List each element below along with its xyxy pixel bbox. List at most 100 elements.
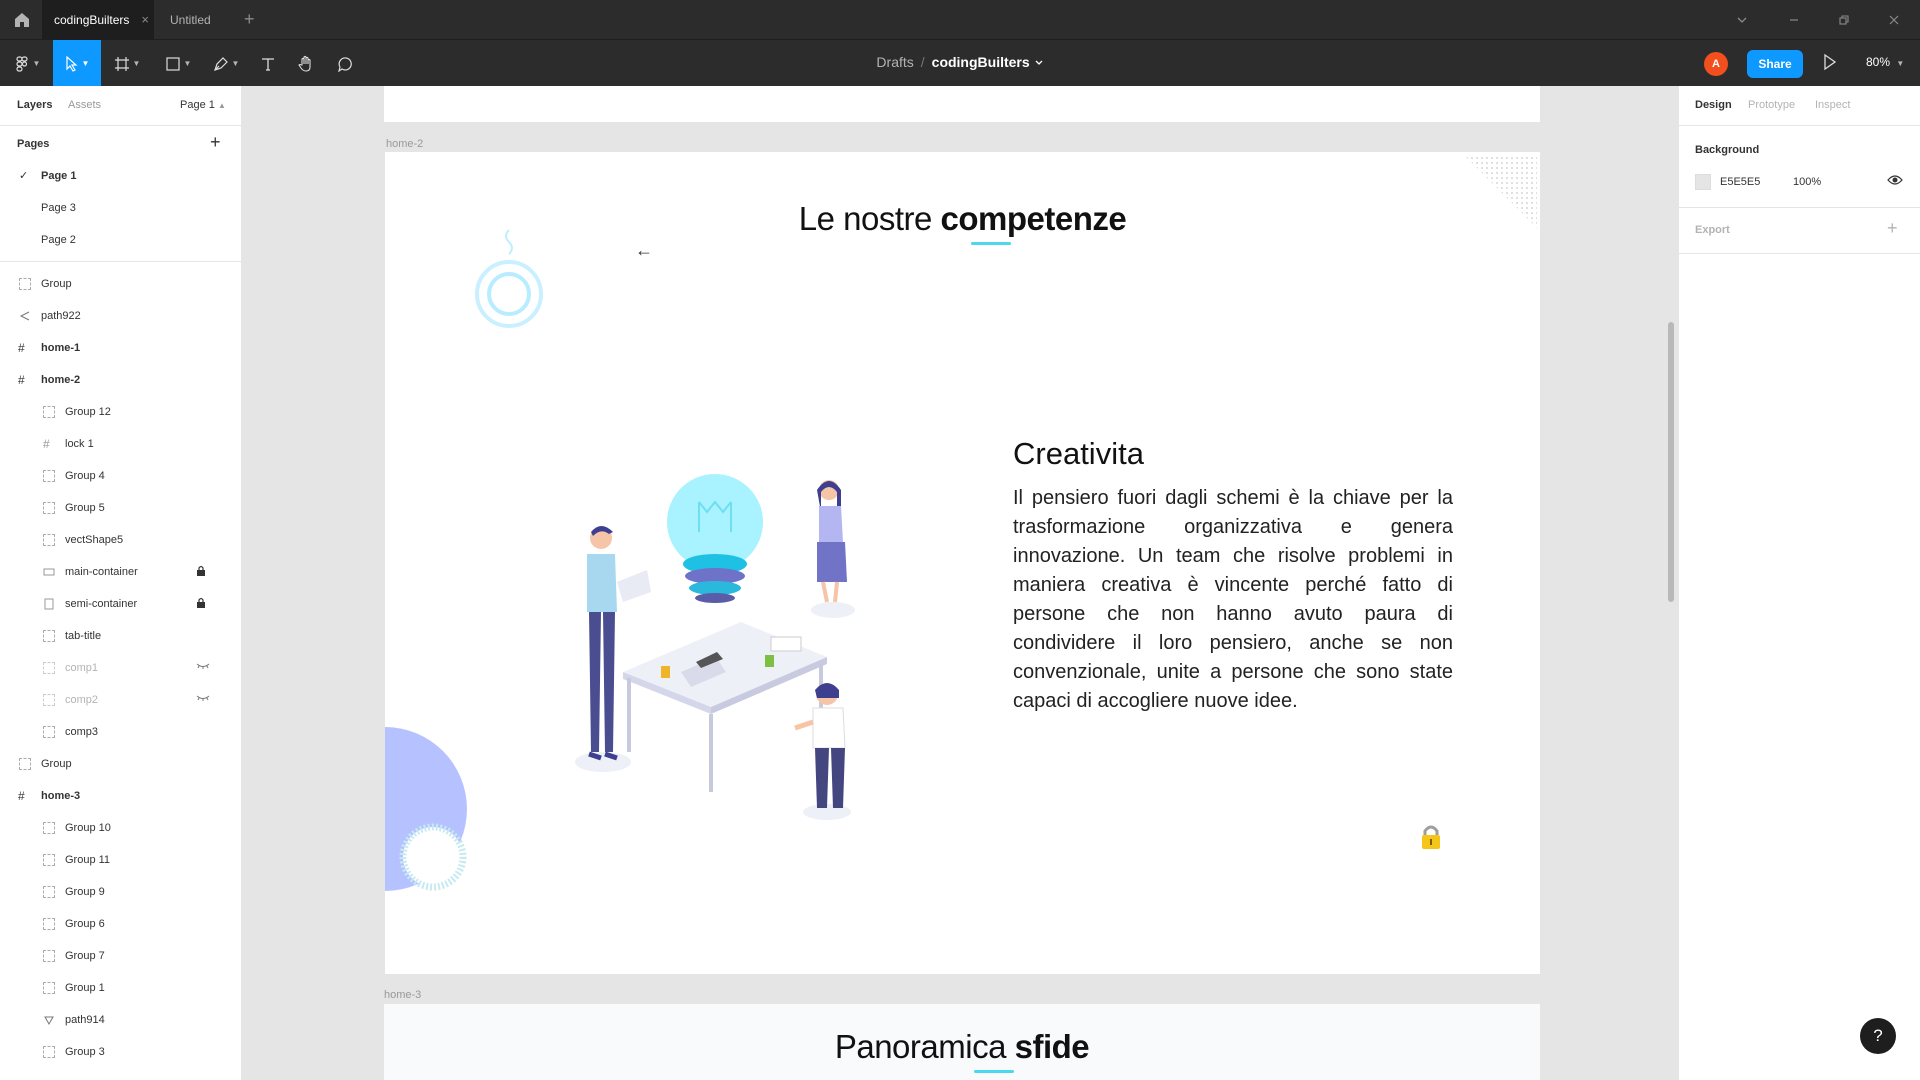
vertical-scrollbar[interactable]: [1668, 322, 1674, 602]
layer-row[interactable]: path922: [0, 300, 241, 332]
layer-label: Group: [41, 278, 72, 290]
close-tab-icon[interactable]: ×: [141, 12, 149, 27]
minimize-icon[interactable]: [1788, 14, 1800, 26]
frame-home-1[interactable]: [384, 86, 1540, 122]
frame-label-home-3[interactable]: home-3: [384, 989, 421, 1001]
background-heading: Background: [1695, 144, 1760, 156]
card-title: Creativita: [1013, 436, 1144, 471]
layer-row[interactable]: Group 1: [0, 972, 241, 1004]
group-icon: [43, 470, 55, 482]
tab-assets[interactable]: Assets: [68, 99, 101, 111]
canvas[interactable]: home-2 Le nostre competenze ← Creativita…: [242, 86, 1678, 1080]
layer-row[interactable]: Group 5: [0, 492, 241, 524]
layer-row[interactable]: Group: [0, 268, 241, 300]
rectangle-icon: [43, 568, 55, 576]
layer-row[interactable]: # home-1: [0, 332, 241, 364]
lock-icon[interactable]: [196, 597, 206, 609]
layer-row[interactable]: comp1: [0, 652, 241, 684]
properties-panel: Design Prototype Inspect Background E5E5…: [1678, 86, 1920, 1080]
layer-label: home-2: [41, 374, 81, 386]
group-icon: [43, 534, 55, 546]
page-item-1[interactable]: ✓ Page 1: [0, 160, 241, 192]
page-item-2[interactable]: Page 2: [0, 224, 241, 256]
file-name[interactable]: codingBuilters: [932, 54, 1030, 70]
layer-row[interactable]: # home-2: [0, 364, 241, 396]
frame-icon: #: [18, 341, 25, 355]
layer-row[interactable]: vectShape5: [0, 524, 241, 556]
layer-row[interactable]: Group 9: [0, 876, 241, 908]
zoom-menu[interactable]: 80% ▼: [1866, 55, 1904, 69]
chevron-down-icon[interactable]: [1034, 59, 1044, 67]
tab-label: codingBuilters: [54, 12, 130, 27]
background-color-swatch[interactable]: [1695, 174, 1711, 190]
breadcrumb-folder[interactable]: Drafts: [876, 54, 913, 70]
group-icon: [43, 822, 55, 834]
tab-codingbuilters[interactable]: codingBuilters ×: [42, 0, 154, 39]
title-regular: Le nostre: [798, 200, 933, 237]
tab-inspect[interactable]: Inspect: [1815, 99, 1850, 111]
present-play-icon[interactable]: [1822, 53, 1838, 71]
layer-row[interactable]: Group 6: [0, 908, 241, 940]
group-icon: [43, 406, 55, 418]
lock-icon[interactable]: [1420, 824, 1442, 850]
eye-icon[interactable]: [1887, 174, 1903, 186]
add-page-button[interactable]: +: [210, 132, 221, 153]
layer-row[interactable]: # lock 1: [0, 428, 241, 460]
tab-design[interactable]: Design: [1695, 99, 1732, 111]
share-button[interactable]: Share: [1747, 50, 1803, 78]
layer-row[interactable]: main-container: [0, 556, 241, 588]
section-title: Le nostre competenze: [385, 200, 1540, 238]
pages-heading: Pages: [17, 138, 50, 150]
background-opacity-input[interactable]: 100%: [1793, 176, 1821, 188]
breadcrumb: Drafts / codingBuilters: [0, 54, 1920, 70]
layer-row[interactable]: # home-3: [0, 780, 241, 812]
frame-home-2[interactable]: Le nostre competenze ← Creativita Il pen…: [385, 152, 1540, 974]
layer-row[interactable]: comp3: [0, 716, 241, 748]
frame-label-home-2[interactable]: home-2: [386, 138, 423, 150]
layer-row[interactable]: Group 10: [0, 812, 241, 844]
tab-layers[interactable]: Layers: [17, 99, 52, 111]
layer-label: vectShape5: [65, 534, 124, 546]
layer-label: comp3: [65, 726, 99, 738]
layer-row[interactable]: Group 4: [0, 460, 241, 492]
tab-untitled[interactable]: Untitled: [158, 0, 238, 39]
group-icon: [43, 982, 55, 994]
frame-home-3[interactable]: Panoramica sfide: [384, 1004, 1540, 1080]
layer-row[interactable]: path914: [0, 1004, 241, 1036]
restore-icon[interactable]: [1838, 14, 1850, 26]
group-icon: [43, 502, 55, 514]
close-window-icon[interactable]: [1888, 14, 1900, 26]
back-arrow-icon[interactable]: ←: [635, 240, 653, 261]
group-icon: [43, 1046, 55, 1058]
chevron-down-icon[interactable]: [1736, 14, 1748, 26]
add-export-button[interactable]: +: [1887, 218, 1898, 239]
page-item-3[interactable]: Page 3: [0, 192, 241, 224]
help-button[interactable]: ?: [1860, 1018, 1896, 1054]
layer-label: home-3: [41, 790, 81, 802]
layer-row[interactable]: Group 11: [0, 844, 241, 876]
layer-row[interactable]: Group 3: [0, 1036, 241, 1068]
layer-row[interactable]: comp2: [0, 684, 241, 716]
layer-row[interactable]: Group 12: [0, 396, 241, 428]
group-icon: [43, 630, 55, 642]
layer-row[interactable]: semi-container: [0, 588, 241, 620]
layer-label: Group 1: [65, 982, 105, 994]
new-tab-button[interactable]: +: [244, 9, 255, 30]
group-icon: [43, 886, 55, 898]
eye-closed-icon[interactable]: [196, 661, 210, 671]
eye-closed-icon[interactable]: [196, 693, 210, 703]
layer-row[interactable]: tab-title: [0, 620, 241, 652]
layer-label: Group 11: [65, 854, 111, 866]
layer-label: semi-container: [65, 598, 138, 610]
lock-icon[interactable]: [196, 565, 206, 577]
layer-row[interactable]: Group: [0, 748, 241, 780]
background-hex-input[interactable]: E5E5E5: [1720, 176, 1760, 188]
tab-prototype[interactable]: Prototype: [1748, 99, 1795, 111]
layer-label: tab-title: [65, 630, 102, 642]
page-selector[interactable]: Page 1 ▲: [180, 99, 226, 111]
vector-icon: [19, 311, 30, 321]
avatar[interactable]: A: [1704, 52, 1728, 76]
home-icon[interactable]: [12, 10, 32, 30]
layer-row[interactable]: Group 7: [0, 940, 241, 972]
layer-label: comp1: [65, 662, 99, 674]
